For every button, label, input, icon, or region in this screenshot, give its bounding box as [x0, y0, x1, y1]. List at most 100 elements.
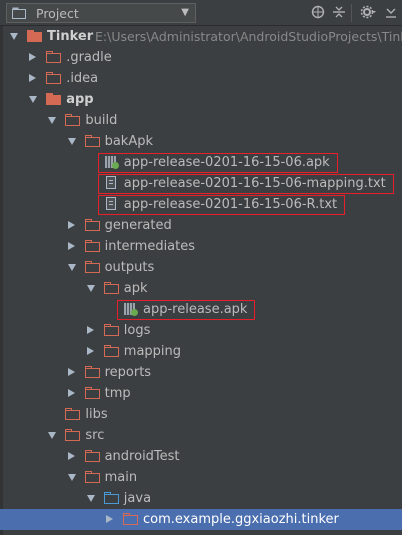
tree-label: .idea — [66, 71, 99, 86]
tree-row-apk[interactable]: apk — [0, 278, 402, 299]
view-selector-label: Project — [36, 5, 79, 21]
tree-label: app-release-0201-16-15-06-R.txt — [123, 197, 338, 212]
expand-down-icon[interactable] — [67, 138, 76, 145]
tree-label: logs — [123, 323, 151, 338]
tree-row-generated[interactable]: generated — [0, 215, 402, 236]
expand-down-icon[interactable] — [67, 474, 76, 481]
tree-row-gradle[interactable]: .gradle — [0, 47, 402, 68]
expand-down-icon[interactable] — [29, 96, 38, 103]
chevron-down-icon: ▼ — [181, 7, 189, 18]
expand-right-icon[interactable] — [67, 452, 75, 460]
tree-row-package[interactable]: com.example.ggxiaozhi.tinker — [0, 509, 402, 530]
tree-label: build — [85, 113, 118, 128]
tree-label: app — [66, 92, 94, 107]
tree-label: java — [123, 491, 152, 506]
tree-label: mapping — [123, 344, 182, 359]
tree-row-app[interactable]: app — [0, 89, 402, 110]
expand-right-icon[interactable] — [67, 389, 75, 397]
expand-down-icon[interactable] — [86, 495, 95, 502]
tree-label: androidTest — [104, 449, 180, 464]
folder-icon — [103, 281, 120, 295]
tree-row-java[interactable]: java — [0, 488, 402, 509]
folder-icon — [84, 260, 101, 274]
expand-right-icon[interactable] — [29, 53, 37, 61]
expand-down-icon[interactable] — [10, 33, 18, 40]
folder-icon — [123, 512, 139, 526]
folder-icon — [103, 344, 120, 358]
tree-row-androidtest[interactable]: androidTest — [0, 446, 402, 467]
source-folder-icon — [103, 491, 120, 505]
tree-row-bakapk[interactable]: bakApk — [0, 131, 402, 152]
folder-icon — [46, 50, 62, 64]
folder-icon — [84, 218, 101, 232]
tree-label: generated — [104, 218, 172, 233]
expand-right-icon[interactable] — [86, 326, 94, 334]
tree-label: apk — [123, 281, 148, 296]
tree-row-release-apk-file[interactable]: app-release.apk — [0, 299, 402, 320]
tree-row-libs[interactable]: libs — [0, 404, 402, 425]
hide-icon[interactable] — [384, 5, 398, 24]
tree-row-build[interactable]: build — [0, 110, 402, 131]
tree-label: outputs — [104, 260, 155, 275]
tree-row-tmp[interactable]: tmp — [0, 383, 402, 404]
expand-right-icon[interactable] — [29, 74, 37, 82]
tree-row-root-tinker[interactable]: Tinker E:\Users\Administrator\AndroidStud… — [0, 26, 402, 47]
toolbar: Project ▼ — [0, 0, 402, 26]
expand-down-icon[interactable] — [67, 264, 76, 271]
tree-row-bak-apk-file[interactable]: app-release-0201-16-15-06.apk — [0, 152, 402, 173]
tree-row-intermediates[interactable]: intermediates — [0, 236, 402, 257]
gear-icon[interactable] — [360, 5, 376, 24]
expand-right-icon[interactable] — [67, 368, 75, 376]
tree-row-main[interactable]: main — [0, 467, 402, 488]
folder-icon — [46, 71, 62, 85]
module-folder-icon — [46, 92, 62, 106]
expand-down-icon[interactable] — [48, 117, 57, 124]
tree-label: app-release-0201-16-15-06.apk — [123, 155, 330, 170]
expand-right-icon[interactable] — [67, 221, 75, 229]
tree-row-src[interactable]: src — [0, 425, 402, 446]
globe-icon[interactable] — [311, 5, 325, 24]
folder-icon — [103, 323, 120, 337]
tree-label: .gradle — [66, 50, 112, 65]
expand-down-icon[interactable] — [86, 285, 95, 292]
tree-label: bakApk — [104, 134, 154, 149]
tree-row-reports[interactable]: reports — [0, 362, 402, 383]
folder-icon — [65, 407, 81, 421]
project-tree: Tinker E:\Users\Administrator\AndroidStud… — [0, 26, 402, 535]
tree-row-mapping[interactable]: mapping — [0, 341, 402, 362]
folder-icon — [84, 470, 101, 484]
tree-row-bak-r-file[interactable]: app-release-0201-16-15-06-R.txt — [0, 194, 402, 215]
tree-label: tmp — [104, 386, 131, 401]
tree-row-outputs[interactable]: outputs — [0, 257, 402, 278]
project-view-icon — [12, 7, 26, 19]
tree-row-idea[interactable]: .idea — [0, 68, 402, 89]
project-path: E:\Users\Administrator\AndroidStudioProj… — [95, 29, 402, 44]
tree-row-bak-mapping-file[interactable]: app-release-0201-16-15-06-mapping.txt — [0, 173, 402, 194]
tree-label: reports — [104, 365, 152, 380]
folder-icon — [84, 449, 101, 463]
tree-label: app-release.apk — [143, 302, 248, 317]
folder-icon — [84, 239, 101, 253]
view-selector[interactable]: Project ▼ — [6, 3, 196, 23]
tree-label: intermediates — [104, 239, 196, 254]
expand-right-icon[interactable] — [67, 242, 75, 250]
text-file-icon — [104, 197, 120, 211]
tree-label: src — [85, 428, 105, 443]
folder-icon — [65, 428, 81, 442]
text-file-icon — [104, 176, 120, 190]
tree-label: com.example.ggxiaozhi.tinker — [143, 512, 339, 527]
toolbar-separator — [351, 4, 352, 22]
collapse-icon[interactable] — [332, 5, 346, 24]
expand-right-icon[interactable] — [106, 515, 113, 523]
module-folder-icon — [27, 29, 43, 43]
tree-row-logs[interactable]: logs — [0, 320, 402, 341]
apk-file-icon — [104, 155, 120, 169]
folder-icon — [84, 386, 101, 400]
tree-label: app-release-0201-16-15-06-mapping.txt — [123, 176, 386, 191]
folder-icon — [84, 365, 101, 379]
expand-right-icon[interactable] — [86, 347, 94, 355]
expand-down-icon[interactable] — [48, 432, 57, 439]
apk-file-icon — [123, 302, 139, 316]
tree-label: Tinker — [47, 29, 94, 44]
folder-icon — [65, 113, 81, 127]
